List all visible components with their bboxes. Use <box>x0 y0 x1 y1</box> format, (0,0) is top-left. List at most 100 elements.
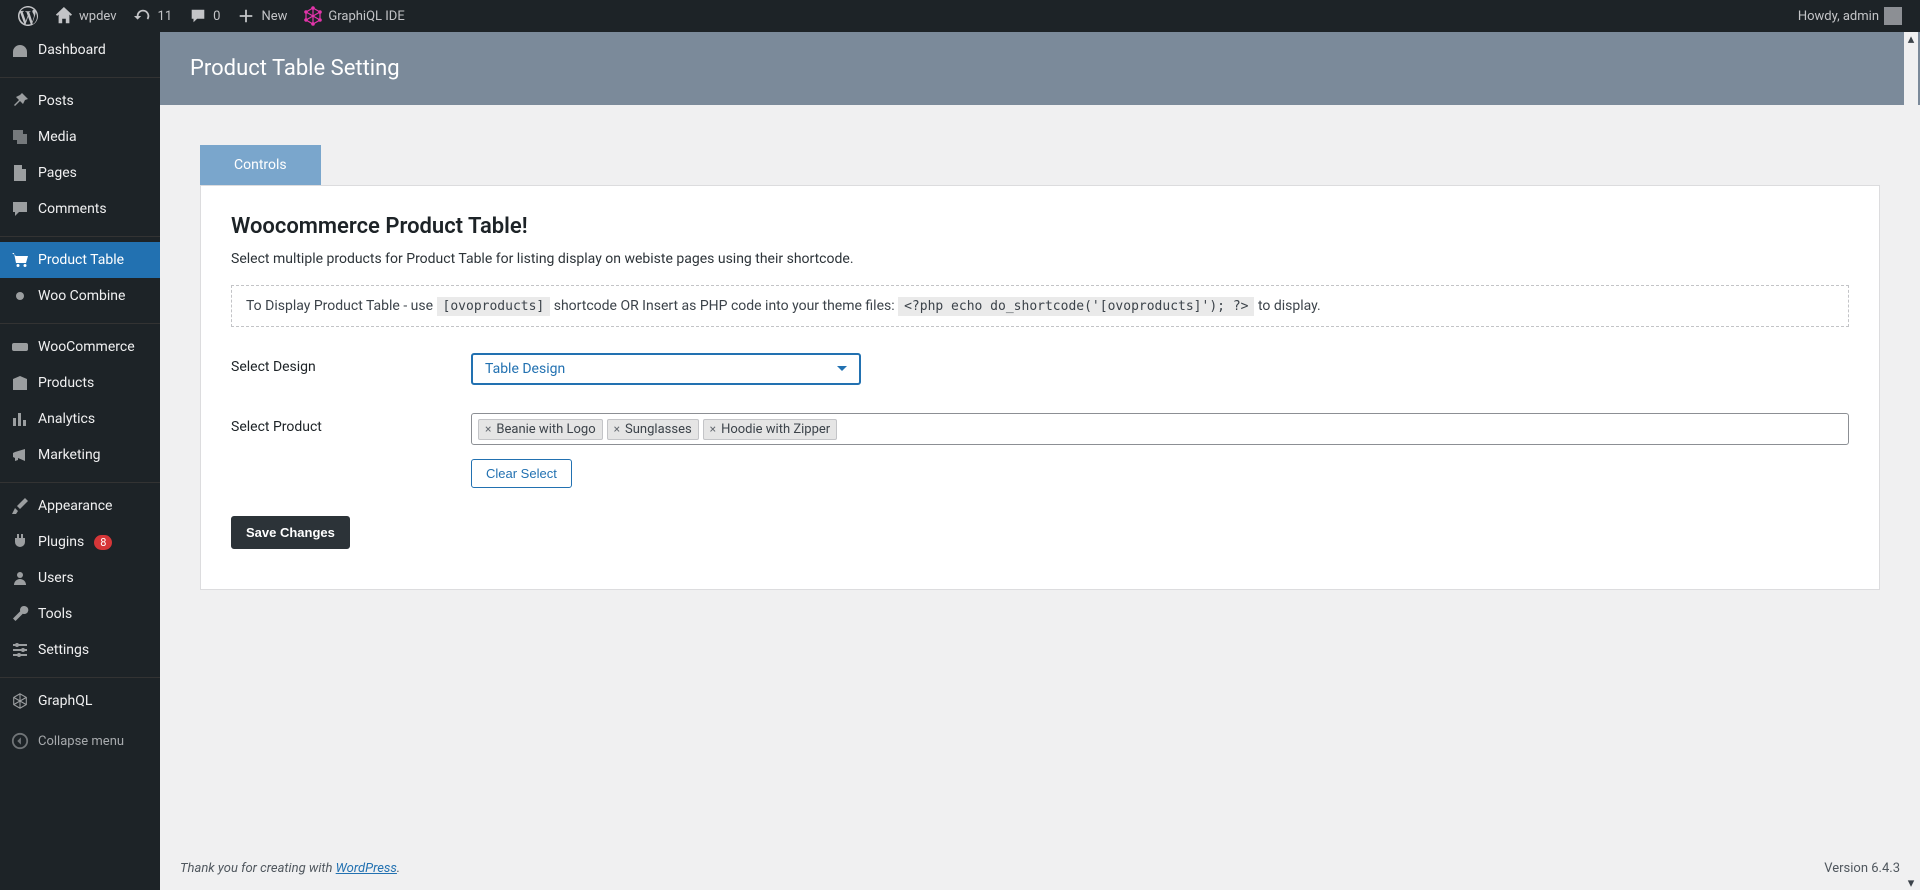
sidebar-item-product-table[interactable]: Product Table <box>0 242 160 278</box>
dot-icon <box>10 286 30 306</box>
design-field: Table Design <box>471 353 1849 385</box>
comment-icon <box>188 6 208 26</box>
wp-logo[interactable] <box>10 0 46 32</box>
sidebar-item-products[interactable]: Products <box>0 365 160 401</box>
inner-content: Controls Woocommerce Product Table! Sele… <box>160 105 1920 847</box>
sidebar-item-label: Users <box>38 570 74 586</box>
sidebar-separator <box>0 478 160 483</box>
sidebar-item-label: Posts <box>38 93 74 109</box>
pages-icon <box>10 163 30 183</box>
scroll-up-icon[interactable]: ▴ <box>1904 32 1918 46</box>
wordpress-link[interactable]: WordPress <box>336 861 397 876</box>
sidebar-item-comments[interactable]: Comments <box>0 191 160 227</box>
panel-heading: Woocommerce Product Table! <box>231 214 1849 239</box>
sidebar-item-label: WooCommerce <box>38 339 135 355</box>
product-tag-label: Hoodie with Zipper <box>721 422 830 437</box>
tab-controls[interactable]: Controls <box>200 145 321 185</box>
remove-tag-icon[interactable]: × <box>614 422 620 436</box>
scrollbar[interactable]: ▴ ▾ <box>1904 32 1918 890</box>
dashboard-icon <box>10 40 30 60</box>
graphiql-link[interactable]: GraphiQL IDE <box>295 0 412 32</box>
sidebar-item-label: Pages <box>38 165 77 181</box>
sidebar-item-appearance[interactable]: Appearance <box>0 488 160 524</box>
product-tag-label: Sunglasses <box>625 422 692 437</box>
remove-tag-icon[interactable]: × <box>485 422 491 436</box>
product-label: Select Product <box>231 413 471 488</box>
sidebar-item-label: Product Table <box>38 252 124 268</box>
comments-link[interactable]: 0 <box>180 0 228 32</box>
sidebar-item-label: Products <box>38 375 94 391</box>
sidebar-item-users[interactable]: Users <box>0 560 160 596</box>
sidebar-item-woocommerce[interactable]: WooCommerce <box>0 329 160 365</box>
design-label: Select Design <box>231 353 471 385</box>
graphiql-label: GraphiQL IDE <box>328 9 404 24</box>
sidebar-item-analytics[interactable]: Analytics <box>0 401 160 437</box>
product-field: × Beanie with Logo × Sunglasses × Hoodie with… <box>471 413 1849 488</box>
content-area: Product Table Setting Controls Woocommer… <box>160 32 1920 890</box>
new-link[interactable]: New <box>228 0 295 32</box>
remove-tag-icon[interactable]: × <box>710 422 716 436</box>
megaphone-icon <box>10 445 30 465</box>
graphql-icon <box>10 691 30 711</box>
sidebar-item-media[interactable]: Media <box>0 119 160 155</box>
plus-icon <box>236 6 256 26</box>
home-icon <box>54 6 74 26</box>
site-link[interactable]: wpdev <box>46 0 125 32</box>
sidebar-item-label: GraphQL <box>38 693 92 709</box>
cart-icon <box>10 250 30 270</box>
notice-suffix: to display. <box>1258 298 1321 314</box>
admin-sidebar: Dashboard Posts Media Pages Comments Product … <box>0 32 160 890</box>
page-title: Product Table Setting <box>160 32 1920 105</box>
sidebar-item-label: Plugins <box>38 534 84 550</box>
sidebar-item-label: Marketing <box>38 447 101 463</box>
plug-icon <box>10 532 30 552</box>
sidebar-separator <box>0 73 160 78</box>
sidebar-item-settings[interactable]: Settings <box>0 632 160 668</box>
scroll-down-icon[interactable]: ▾ <box>1904 876 1918 890</box>
admin-bar: wpdev 11 0 New GraphiQL IDE <box>0 0 1920 32</box>
product-multi-select[interactable]: × Beanie with Logo × Sunglasses × Hoodie with… <box>471 413 1849 445</box>
sidebar-item-label: Woo Combine <box>38 288 125 304</box>
sidebar-item-label: Appearance <box>38 498 112 514</box>
woo-icon <box>10 337 30 357</box>
wordpress-icon <box>18 6 38 26</box>
save-changes-button[interactable]: Save Changes <box>231 516 350 549</box>
product-tag: × Beanie with Logo <box>478 419 603 440</box>
brush-icon <box>10 496 30 516</box>
updates-link[interactable]: 11 <box>125 0 181 32</box>
graphql-icon <box>303 6 323 26</box>
pin-icon <box>10 91 30 111</box>
product-tag-label: Beanie with Logo <box>496 422 595 437</box>
admin-footer: Thank you for creating with WordPress. V… <box>160 847 1920 890</box>
box-icon <box>10 373 30 393</box>
design-select[interactable]: Table Design <box>471 353 861 385</box>
sidebar-item-tools[interactable]: Tools <box>0 596 160 632</box>
clear-select-button[interactable]: Clear Select <box>471 459 572 488</box>
sidebar-item-plugins[interactable]: Plugins 8 <box>0 524 160 560</box>
updates-count: 11 <box>158 9 173 24</box>
new-label: New <box>261 9 287 24</box>
notice-prefix: To Display Product Table - use <box>246 298 437 314</box>
collapse-menu[interactable]: Collapse menu <box>0 723 160 759</box>
sidebar-item-marketing[interactable]: Marketing <box>0 437 160 473</box>
chart-icon <box>10 409 30 429</box>
avatar-icon <box>1884 7 1902 25</box>
sidebar-item-label: Comments <box>38 201 107 217</box>
howdy-link[interactable]: Howdy, admin <box>1790 0 1910 32</box>
sidebar-item-label: Settings <box>38 642 89 658</box>
admin-bar-right: Howdy, admin <box>1790 0 1910 32</box>
collapse-icon <box>10 731 30 751</box>
site-name: wpdev <box>79 9 117 24</box>
sidebar-item-label: Media <box>38 129 77 145</box>
sidebar-item-dashboard[interactable]: Dashboard <box>0 32 160 68</box>
panel-description: Select multiple products for Product Tab… <box>231 251 1849 267</box>
footer-thanks: Thank you for creating with WordPress. <box>180 861 400 876</box>
php-code: <?php echo do_shortcode('[ovoproducts]')… <box>898 297 1254 316</box>
comment-icon <box>10 199 30 219</box>
sidebar-item-posts[interactable]: Posts <box>0 83 160 119</box>
sidebar-item-pages[interactable]: Pages <box>0 155 160 191</box>
product-tag: × Hoodie with Zipper <box>703 419 838 440</box>
badge: 8 <box>94 535 112 550</box>
sidebar-item-graphql[interactable]: GraphQL <box>0 683 160 719</box>
sidebar-item-woo-combine[interactable]: Woo Combine <box>0 278 160 314</box>
